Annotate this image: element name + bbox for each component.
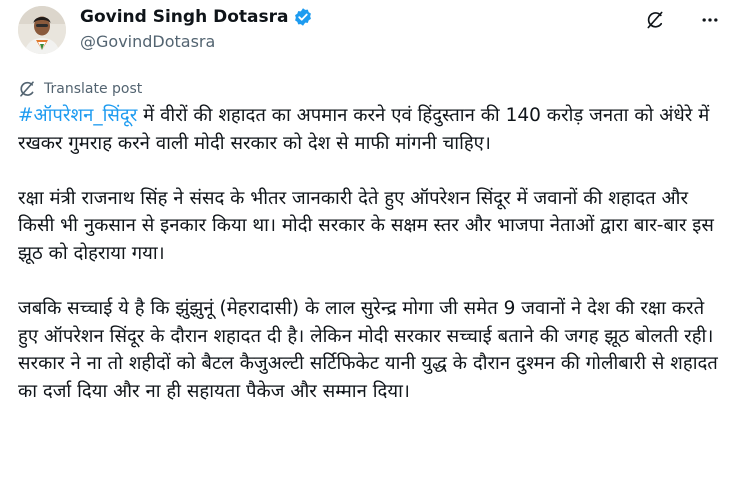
author-handle[interactable]: @GovindDotasra xyxy=(80,32,215,51)
grok-icon[interactable] xyxy=(645,10,665,30)
post-paragraph-3: जबकि सच्चाई ये है कि झुंझुनूं (मेहरादासी… xyxy=(18,298,718,402)
translate-post-link[interactable]: Translate post xyxy=(18,80,142,98)
more-icon[interactable] xyxy=(700,10,720,30)
post-paragraph-1: #ऑपरेशन_सिंदूर में वीरों की शहादत का अपम… xyxy=(18,102,718,157)
avatar-image xyxy=(18,6,66,54)
author-name[interactable]: Govind Singh Dotasra xyxy=(80,7,288,27)
post-paragraph-2: रक्षा मंत्री राजनाथ सिंह ने संसद के भीतर… xyxy=(18,187,714,264)
hashtag-link[interactable]: #ऑपरेशन_सिंदूर xyxy=(18,105,137,126)
avatar[interactable] xyxy=(18,6,66,54)
translate-icon xyxy=(20,81,34,97)
post-text: #ऑपरेशन_सिंदूर में वीरों की शहादत का अपम… xyxy=(18,102,718,406)
verified-badge-icon xyxy=(295,8,312,26)
translate-post-label: Translate post xyxy=(44,81,143,97)
author-name-row[interactable]: Govind Singh Dotasra xyxy=(80,7,313,27)
